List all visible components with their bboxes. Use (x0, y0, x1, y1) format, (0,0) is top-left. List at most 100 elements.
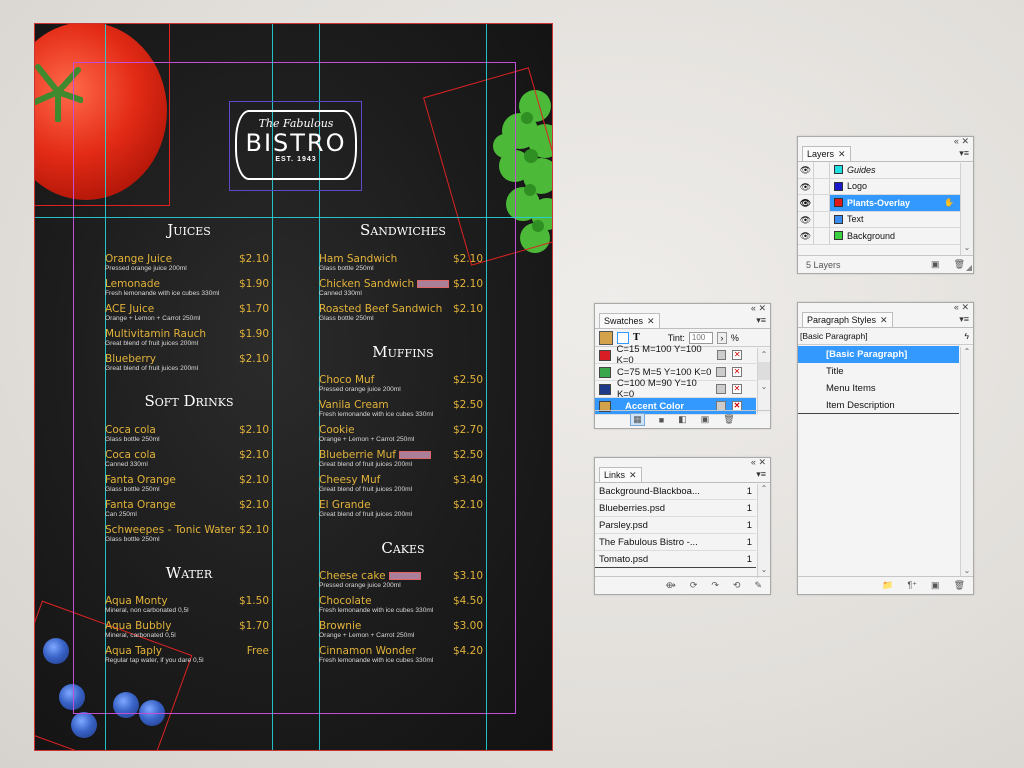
tint-input[interactable]: 100 (688, 331, 713, 344)
menu-item[interactable]: Cinnamon Wonder $4.20 Fresh lemonande wi… (319, 645, 483, 670)
formatting-container-icon[interactable] (617, 331, 629, 344)
links-scrollbar[interactable]: ⌃ ⌄ (757, 484, 770, 578)
relink-icon[interactable]: ⟳ (690, 580, 698, 591)
style-item-item-description[interactable]: Item Description (798, 397, 959, 414)
bistro-logo[interactable]: The Fabulous BISTRO EST. 1943 (235, 110, 357, 180)
panel-close-icon[interactable]: ✕ (758, 458, 766, 467)
link-row[interactable]: Blueberries.psd 1 (595, 500, 756, 517)
layer-row-plants-overlay[interactable]: 👁 Plants-Overlay ✋ (798, 195, 960, 212)
menu-item[interactable]: Lemonade $1.90 Fresh lemonande with ice … (105, 278, 269, 303)
link-row[interactable]: The Fabulous Bistro -... 1 (595, 534, 756, 551)
menu-item[interactable]: Coca cola $2.10 Canned 330ml (105, 449, 269, 474)
visibility-eye-icon[interactable]: 👁 (798, 178, 814, 194)
paragraph-styles-panel[interactable]: « ✕ Paragraph Styles ✕ ▾≡ [Basic Paragra… (797, 302, 974, 595)
layer-row-guides[interactable]: 👁 Guides (798, 162, 960, 179)
link-row[interactable]: Background-Blackboa... 1 (595, 483, 756, 500)
menu-item[interactable]: Multivitamin Rauch $1.90 Great blend of … (105, 328, 269, 353)
visibility-eye-icon[interactable]: 👁 (798, 228, 814, 244)
go-to-link-icon[interactable]: ↷ (711, 580, 719, 591)
menu-item[interactable]: Aqua Bubbly $1.70 Mineral, carbonated 0,… (105, 620, 269, 645)
create-style-lightning-icon[interactable]: ϟ (965, 331, 970, 341)
clear-overrides-icon[interactable]: ¶⁺ (907, 580, 917, 591)
panel-titlebar[interactable]: « ✕ (595, 458, 770, 467)
panel-titlebar[interactable]: « ✕ (798, 137, 973, 146)
menu-item[interactable]: Aqua Monty $1.50 Mineral, non carbonated… (105, 595, 269, 620)
lock-toggle[interactable] (814, 228, 830, 244)
tab-swatches[interactable]: Swatches ✕ (599, 313, 660, 328)
link-row[interactable]: Parsley.psd 1 (595, 517, 756, 534)
menu-item[interactable]: Vanila Cream $2.50 Fresh lemonande with … (319, 399, 483, 424)
panel-close-icon[interactable]: ✕ (961, 137, 969, 146)
panel-titlebar[interactable]: « ✕ (595, 304, 770, 313)
tab-close-icon[interactable]: ✕ (647, 316, 655, 327)
layer-row-logo[interactable]: 👁 Logo (798, 178, 960, 195)
lock-toggle[interactable] (814, 178, 830, 194)
resize-grip-icon[interactable]: ◢ (966, 263, 972, 272)
menu-item[interactable]: Blueberrie Muf $2.50 Great blend of frui… (319, 449, 483, 474)
tab-layers[interactable]: Layers ✕ (802, 146, 851, 161)
menu-item[interactable]: Schweepes - Tonic Water $2.10 Glass bott… (105, 524, 269, 549)
style-item-basic-paragraph[interactable]: [Basic Paragraph] (798, 346, 959, 363)
styles-scrollbar[interactable]: ⌃ ⌄ (960, 347, 973, 577)
layer-row-background[interactable]: 👁 Background (798, 228, 960, 245)
panel-menu-icon[interactable]: ▾≡ (756, 469, 766, 480)
layers-panel[interactable]: « ✕ Layers ✕ ▾≡ 👁 Guides 👁 Logo 👁 Plants… (797, 136, 974, 274)
panel-menu-icon[interactable]: ▾≡ (959, 314, 969, 325)
panel-menu-icon[interactable]: ▾≡ (756, 315, 766, 326)
panel-collapse-icon[interactable]: « (954, 137, 959, 146)
delete-style-icon[interactable]: 🗑 (954, 580, 965, 591)
show-gradient-swatches-icon[interactable]: ◧ (678, 414, 687, 425)
layers-scrollbar[interactable]: ⌄ (960, 163, 973, 255)
fill-stroke-icon[interactable] (599, 330, 613, 345)
menu-item[interactable]: Choco Muf $2.50 Pressed orange juice 200… (319, 374, 483, 399)
menu-item[interactable]: Fanta Orange $2.10 Glass bottle 250ml (105, 474, 269, 499)
formatting-text-icon[interactable]: T (633, 333, 640, 343)
panel-close-icon[interactable]: ✕ (961, 303, 969, 312)
tab-close-icon[interactable]: ✕ (629, 470, 637, 481)
menu-item[interactable]: Chocolate $4.50 Fresh lemonande with ice… (319, 595, 483, 620)
delete-layer-icon[interactable]: 🗑 (954, 259, 965, 270)
menu-item[interactable]: El Grande $2.10 Great blend of fruit jui… (319, 499, 483, 524)
swatches-panel[interactable]: « ✕ Swatches ✕ ▾≡ T Tint: 100 › % C=15 M… (594, 303, 771, 429)
lock-toggle[interactable] (814, 211, 830, 227)
show-all-swatches-icon[interactable]: ▦ (630, 413, 645, 426)
document-page[interactable]: The Fabulous BISTRO EST. 1943 Juices Sof… (34, 23, 553, 751)
menu-item[interactable]: Coca cola $2.10 Glass bottle 250ml (105, 424, 269, 449)
menu-item[interactable]: Chicken Sandwich $2.10 Canned 330ml (319, 278, 483, 303)
tab-close-icon[interactable]: ✕ (880, 315, 888, 326)
menu-item[interactable]: Roasted Beef Sandwich $2.10 Glass bottle… (319, 303, 483, 328)
menu-item[interactable]: Cheesy Muf $3.40 Great blend of fruit ju… (319, 474, 483, 499)
panel-close-icon[interactable]: ✕ (758, 304, 766, 313)
delete-swatch-icon[interactable]: 🗑 (723, 414, 734, 425)
section-title-sandwiches[interactable]: Sandwiches (319, 221, 487, 239)
panel-titlebar[interactable]: « ✕ (798, 303, 973, 312)
links-panel[interactable]: « ✕ Links ✕ ▾≡ Background-Blackboa... 1 … (594, 457, 771, 595)
link-row[interactable]: Tomato.psd 1 (595, 551, 756, 568)
section-title-cakes[interactable]: Cakes (319, 539, 487, 557)
style-item-title[interactable]: Title (798, 363, 959, 380)
style-item-menu-items[interactable]: Menu Items (798, 380, 959, 397)
section-title-water[interactable]: Water (105, 564, 273, 582)
tab-links[interactable]: Links ✕ (599, 467, 642, 482)
panel-menu-icon[interactable]: ▾≡ (959, 148, 969, 159)
menu-item[interactable]: Brownie $3.00 Orange + Lemon + Carrot 25… (319, 620, 483, 645)
tab-paragraph-styles[interactable]: Paragraph Styles ✕ (802, 312, 893, 327)
visibility-eye-icon[interactable]: 👁 (798, 195, 814, 211)
menu-item[interactable]: Aqua Taply Free Regular tap water, if yo… (105, 645, 269, 670)
swatches-scrollbar[interactable]: ⌃ ⌄ (757, 348, 770, 414)
new-style-icon[interactable]: ▣ (931, 580, 940, 591)
section-title-juices[interactable]: Juices (105, 221, 273, 239)
visibility-eye-icon[interactable]: 👁 (798, 211, 814, 227)
relink-from-cc-icon[interactable]: ⟴ (665, 580, 675, 591)
section-title-soft-drinks[interactable]: Soft Drinks (105, 392, 273, 410)
new-style-group-icon[interactable]: 📁 (882, 580, 893, 591)
panel-collapse-icon[interactable]: « (954, 303, 959, 312)
menu-item[interactable]: Blueberry $2.10 Great blend of fruit jui… (105, 353, 269, 378)
swatch-row[interactable]: C=15 M=100 Y=100 K=0 ✕ (595, 344, 756, 366)
new-swatch-icon[interactable]: ▣ (701, 414, 710, 425)
lock-toggle[interactable] (814, 195, 830, 211)
layer-row-text[interactable]: 👁 Text (798, 211, 960, 228)
menu-item[interactable]: Cheese cake $3.10 Pressed orange juice 2… (319, 570, 483, 595)
tint-arrow-icon[interactable]: › (716, 331, 727, 344)
menu-item[interactable]: Fanta Orange $2.10 Can 250ml (105, 499, 269, 524)
